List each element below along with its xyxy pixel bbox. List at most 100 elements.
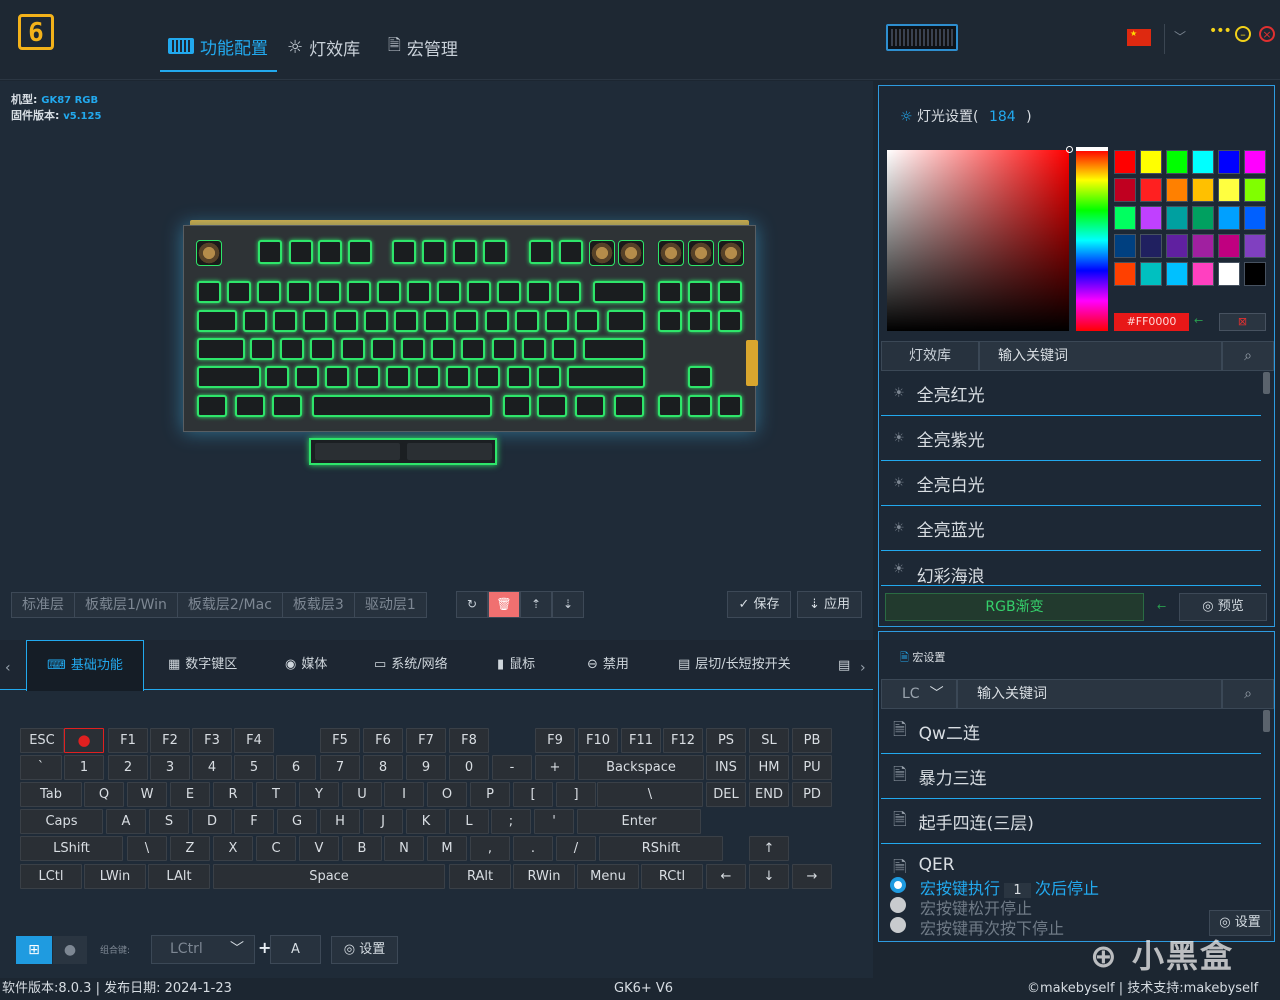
virtual-key[interactable]: 9 [406,755,446,780]
virtual-key[interactable]: \ [597,782,703,807]
virtual-key[interactable]: P [470,782,510,807]
color-swatch[interactable] [1244,178,1266,202]
tab-disable[interactable]: ⊖ 禁用 [587,640,629,690]
virtual-key[interactable]: F [234,809,274,834]
virtual-key[interactable]: LAlt [148,864,210,889]
virtual-key[interactable]: LShift [20,836,123,861]
color-swatch[interactable] [1244,262,1266,286]
virtual-key[interactable]: PB [792,728,832,753]
color-swatch[interactable] [1244,150,1266,174]
virtual-key[interactable]: 1 [64,755,104,780]
virtual-key[interactable]: E [170,782,210,807]
virtual-key[interactable]: END [749,782,789,807]
virtual-key[interactable]: U [342,782,382,807]
save-button[interactable]: ✓ 保存 [727,591,791,618]
virtual-key[interactable]: Space [213,864,445,889]
virtual-key[interactable]: LCtl [20,864,82,889]
virtual-key[interactable]: F5 [320,728,360,753]
chevron-left-icon[interactable]: ‹ [5,660,11,676]
color-swatch[interactable] [1140,178,1162,202]
virtual-key[interactable]: ↑ [749,836,789,861]
virtual-key[interactable]: INS [706,755,746,780]
upload-icon[interactable]: ⇡ [520,591,552,618]
virtual-key[interactable]: Y [299,782,339,807]
virtual-key[interactable]: Q [84,782,124,807]
color-swatch[interactable] [1166,262,1188,286]
list-item[interactable]: 🗎 起手四连(三层) [881,800,1261,844]
layer-onboard-1[interactable]: 板载层1/Win [74,592,178,618]
color-swatch[interactable] [1166,206,1188,230]
virtual-key[interactable]: HM [749,755,789,780]
layer-standard[interactable]: 标准层 [11,592,75,618]
virtual-key[interactable]: [ [513,782,553,807]
virtual-key[interactable]: W [127,782,167,807]
color-swatch[interactable] [1140,206,1162,230]
virtual-key[interactable]: X [213,836,253,861]
list-item[interactable]: 🗎 暴力三连 [881,755,1261,799]
tab-mouse[interactable]: ▮ 鼠标 [497,640,535,690]
color-swatch[interactable] [1192,178,1214,202]
apple-icon[interactable]: ● [53,936,87,964]
color-swatch[interactable] [1192,206,1214,230]
close-icon[interactable]: × [1259,26,1275,42]
scrollbar[interactable] [1263,372,1270,394]
list-item[interactable]: ☀ 全亮红光 [881,372,1261,416]
tab-numpad[interactable]: ▦ 数字键区 [168,640,237,690]
virtual-key[interactable]: I [384,782,424,807]
more-icon[interactable]: ••• [1209,24,1232,42]
virtual-key[interactable]: N [384,836,424,861]
color-swatch[interactable] [1114,206,1136,230]
virtual-key[interactable]: RCtl [641,864,703,889]
color-swatch[interactable] [1114,262,1136,286]
color-swatch[interactable] [1166,234,1188,258]
tab-light-effects[interactable]: ☼ 灯效库 [287,22,377,72]
color-swatch[interactable] [1140,262,1162,286]
virtual-key[interactable]: Z [170,836,210,861]
virtual-key[interactable]: + [535,755,575,780]
virtual-key[interactable]: M [427,836,467,861]
virtual-key[interactable]: J [363,809,403,834]
virtual-key[interactable]: / [556,836,596,861]
virtual-key[interactable]: , [470,836,510,861]
virtual-key[interactable]: D [192,809,232,834]
virtual-key[interactable]: Menu [577,864,639,889]
tab-macro-management[interactable]: 🗎 宏管理 [388,22,478,72]
chevron-down-icon[interactable]: ﹀ [1174,28,1186,45]
virtual-key[interactable]: Enter [577,809,701,834]
virtual-key[interactable]: B [342,836,382,861]
virtual-key[interactable]: ] [556,782,596,807]
layer-onboard-2[interactable]: 板载层2/Mac [176,592,283,618]
color-swatch[interactable] [1218,178,1240,202]
layer-driver-1[interactable]: 驱动层1 [353,592,427,618]
windows-icon[interactable]: ⊞ [16,936,52,964]
list-item[interactable]: ☀ 全亮紫光 [881,417,1261,461]
color-swatch[interactable] [1192,234,1214,258]
virtual-key[interactable]: RShift [599,836,723,861]
virtual-key[interactable]: ` [20,755,62,780]
virtual-key[interactable]: K [406,809,446,834]
virtual-key[interactable]: RAlt [449,864,511,889]
color-picker-square[interactable] [887,150,1069,331]
device-thumbnail[interactable] [886,24,958,51]
virtual-key[interactable]: . [513,836,553,861]
virtual-key[interactable]: R [213,782,253,807]
virtual-key[interactable]: F3 [192,728,232,753]
delete-icon[interactable]: 🗑 [488,591,520,618]
virtual-key[interactable]: SL [749,728,789,753]
record-icon[interactable]: ● [64,728,104,753]
virtual-key[interactable]: F11 [621,728,661,753]
tab-basic-functions[interactable]: ⌨ 基础功能 [26,640,144,691]
download-icon[interactable]: ⇣ [552,591,584,618]
virtual-key[interactable]: S [149,809,189,834]
radio-press-again-stop[interactable] [890,917,906,933]
eyedropper-icon[interactable]: ⊠ [1219,313,1266,331]
color-swatch[interactable] [1166,178,1188,202]
color-swatch[interactable] [1218,206,1240,230]
virtual-key[interactable]: F10 [578,728,618,753]
color-swatch[interactable] [1218,262,1240,286]
virtual-key[interactable]: 5 [234,755,274,780]
tab-function-config[interactable]: 功能配置 [160,22,277,72]
color-swatch[interactable] [1192,150,1214,174]
virtual-key[interactable]: → [792,864,832,889]
macro-filter-select[interactable]: LC ﹀ [881,679,957,709]
